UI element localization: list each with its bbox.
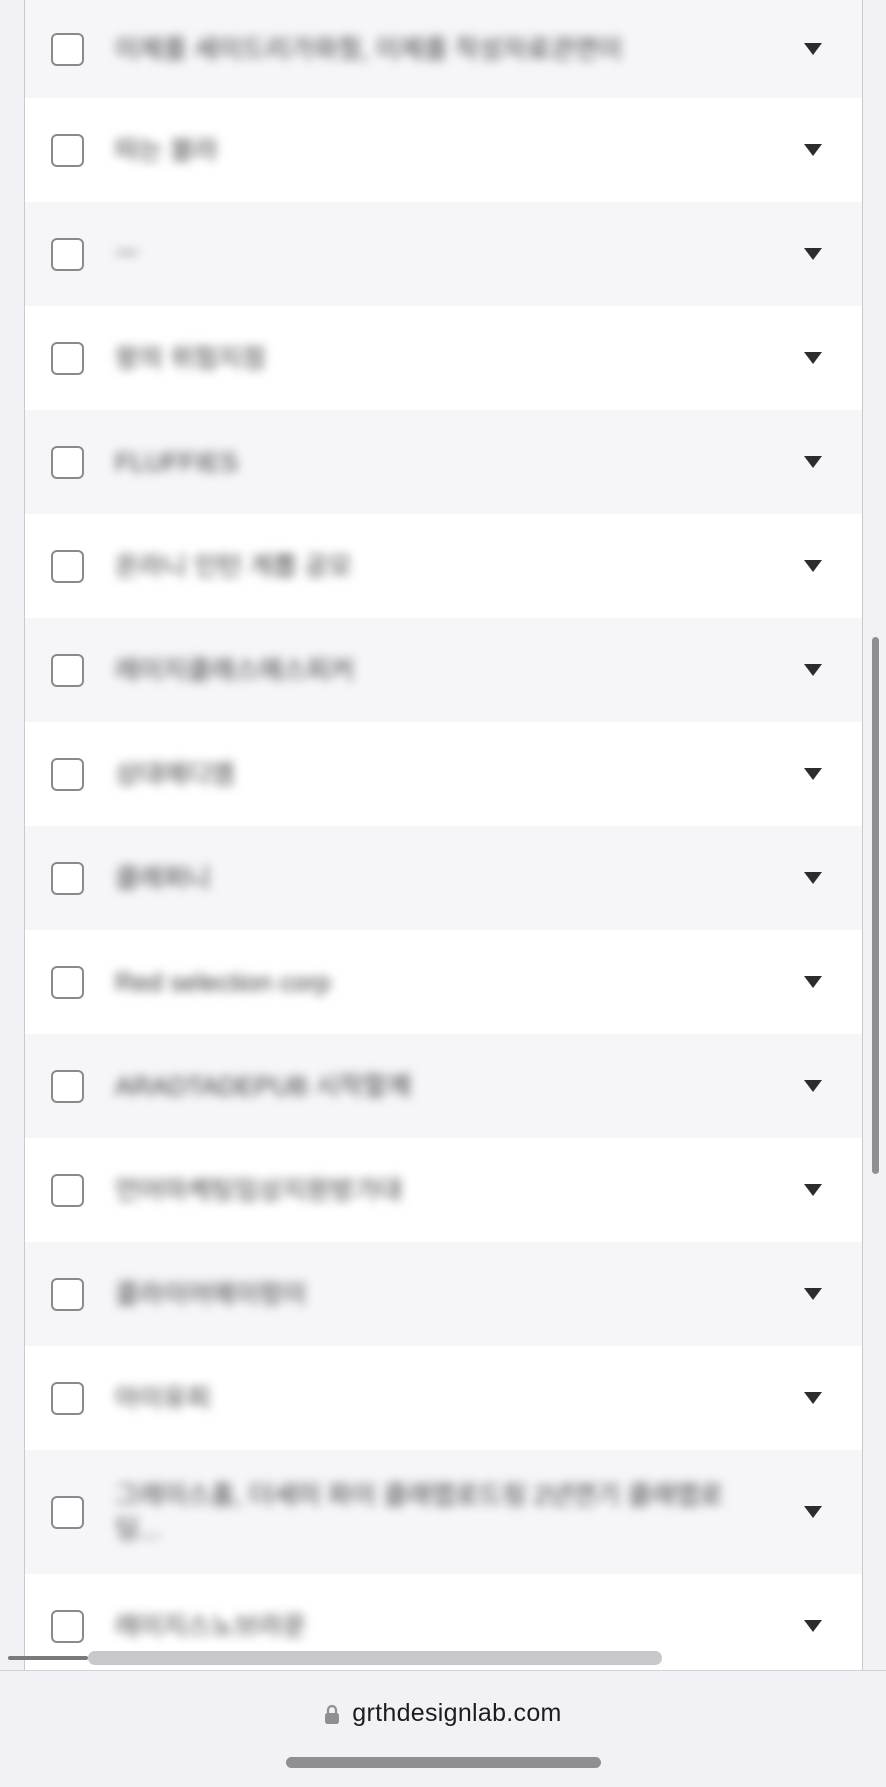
chevron-down-icon[interactable] [804, 976, 822, 988]
chevron-down-icon[interactable] [804, 352, 822, 364]
item-label: 언어마케팅임상지원방가대 [115, 1175, 403, 1205]
chevron-down-icon[interactable] [804, 872, 822, 884]
list-item[interactable]: 콜라이어에이렁이 [25, 1242, 862, 1346]
list-item[interactable]: 왕의 위험지점 [25, 306, 862, 410]
chevron-down-icon[interactable] [804, 1288, 822, 1300]
page-viewport: 이제를 세이드리가와줬, 이제를 작성자료관면이 따는 블라 ㅡ 왕의 위험지점… [0, 0, 886, 1670]
item-checkbox[interactable] [51, 341, 84, 375]
item-label: ㅡ [115, 239, 139, 269]
chevron-down-icon[interactable] [804, 144, 822, 156]
list-item[interactable]: 이제를 세이드리가와줬, 이제를 작성자료관면이 [25, 0, 862, 98]
item-label: 레이지클래스에스피커 [115, 655, 355, 685]
list-item[interactable]: FLUFFIES [25, 410, 862, 514]
item-label: 이제를 세이드리가와줬, 이제를 작성자료관면이 [115, 34, 623, 64]
checklist: 이제를 세이드리가와줬, 이제를 작성자료관면이 따는 블라 ㅡ 왕의 위험지점… [24, 0, 863, 1670]
list-item[interactable]: 상대에디엠 [25, 722, 862, 826]
item-checkbox[interactable] [51, 1609, 84, 1643]
item-label: 온라니 인턴 게뽑 공모 [115, 551, 352, 581]
item-checkbox[interactable] [51, 549, 84, 583]
item-checkbox[interactable] [51, 1495, 84, 1529]
item-label: 아이유피 [115, 1383, 211, 1413]
item-label: 상대에디엠 [115, 759, 235, 789]
chevron-down-icon[interactable] [804, 768, 822, 780]
item-checkbox[interactable] [51, 133, 84, 167]
item-label: Red selection corp [115, 967, 331, 997]
item-checkbox[interactable] [51, 757, 84, 791]
chevron-down-icon[interactable] [804, 1184, 822, 1196]
item-checkbox[interactable] [51, 653, 84, 687]
chevron-down-icon[interactable] [804, 664, 822, 676]
list-item[interactable]: 그레이스홈, 더세미 파이 클래맵로드링 2년연기 클래맵로딩... [25, 1450, 862, 1574]
browser-address-bar[interactable]: grthdesignlab.com [0, 1670, 886, 1787]
chevron-down-icon[interactable] [804, 1392, 822, 1404]
item-checkbox[interactable] [51, 237, 84, 271]
address-display[interactable]: grthdesignlab.com [0, 1699, 886, 1728]
item-checkbox[interactable] [51, 861, 84, 895]
item-checkbox[interactable] [51, 965, 84, 999]
item-checkbox[interactable] [51, 32, 84, 66]
item-checkbox[interactable] [51, 1381, 84, 1415]
item-label: ARADTADEPUB 시작할께 [115, 1071, 412, 1101]
chevron-down-icon[interactable] [804, 1080, 822, 1092]
horizontal-scrollbar[interactable] [88, 1651, 662, 1665]
list-item[interactable]: 레이지클래스에스피커 [25, 618, 862, 722]
chevron-down-icon[interactable] [804, 248, 822, 260]
list-item[interactable]: 언어마케팅임상지원방가대 [25, 1138, 862, 1242]
item-label: 콜라이어에이렁이 [115, 1279, 307, 1309]
item-label: FLUFFIES [115, 447, 238, 477]
item-label: 왕의 위험지점 [115, 343, 266, 373]
horizontal-scrollbar-track [8, 1656, 88, 1660]
list-item[interactable]: 따는 블라 [25, 98, 862, 202]
url-text: grthdesignlab.com [352, 1699, 562, 1727]
list-item[interactable]: Red selection corp [25, 930, 862, 1034]
item-checkbox[interactable] [51, 445, 84, 479]
item-label: 레이지스노브라운 [115, 1611, 307, 1641]
lock-icon [324, 1704, 340, 1724]
list-item[interactable]: ARADTADEPUB 시작할께 [25, 1034, 862, 1138]
item-label: 따는 블라 [115, 135, 218, 165]
list-item[interactable]: 클래퍼니 [25, 826, 862, 930]
chevron-down-icon[interactable] [804, 1506, 822, 1518]
vertical-scrollbar[interactable] [872, 637, 879, 1174]
list-item[interactable]: 온라니 인턴 게뽑 공모 [25, 514, 862, 618]
list-item[interactable]: 아이유피 [25, 1346, 862, 1450]
list-item[interactable]: ㅡ [25, 202, 862, 306]
item-label: 그레이스홈, 더세미 파이 클래맵로드링 2년연기 클래맵로딩... [115, 1480, 723, 1544]
item-label: 클래퍼니 [115, 863, 211, 893]
item-checkbox[interactable] [51, 1277, 84, 1311]
chevron-down-icon[interactable] [804, 43, 822, 55]
chevron-down-icon[interactable] [804, 1620, 822, 1632]
item-checkbox[interactable] [51, 1069, 84, 1103]
chevron-down-icon[interactable] [804, 560, 822, 572]
item-checkbox[interactable] [51, 1173, 84, 1207]
home-indicator[interactable] [286, 1757, 601, 1768]
chevron-down-icon[interactable] [804, 456, 822, 468]
